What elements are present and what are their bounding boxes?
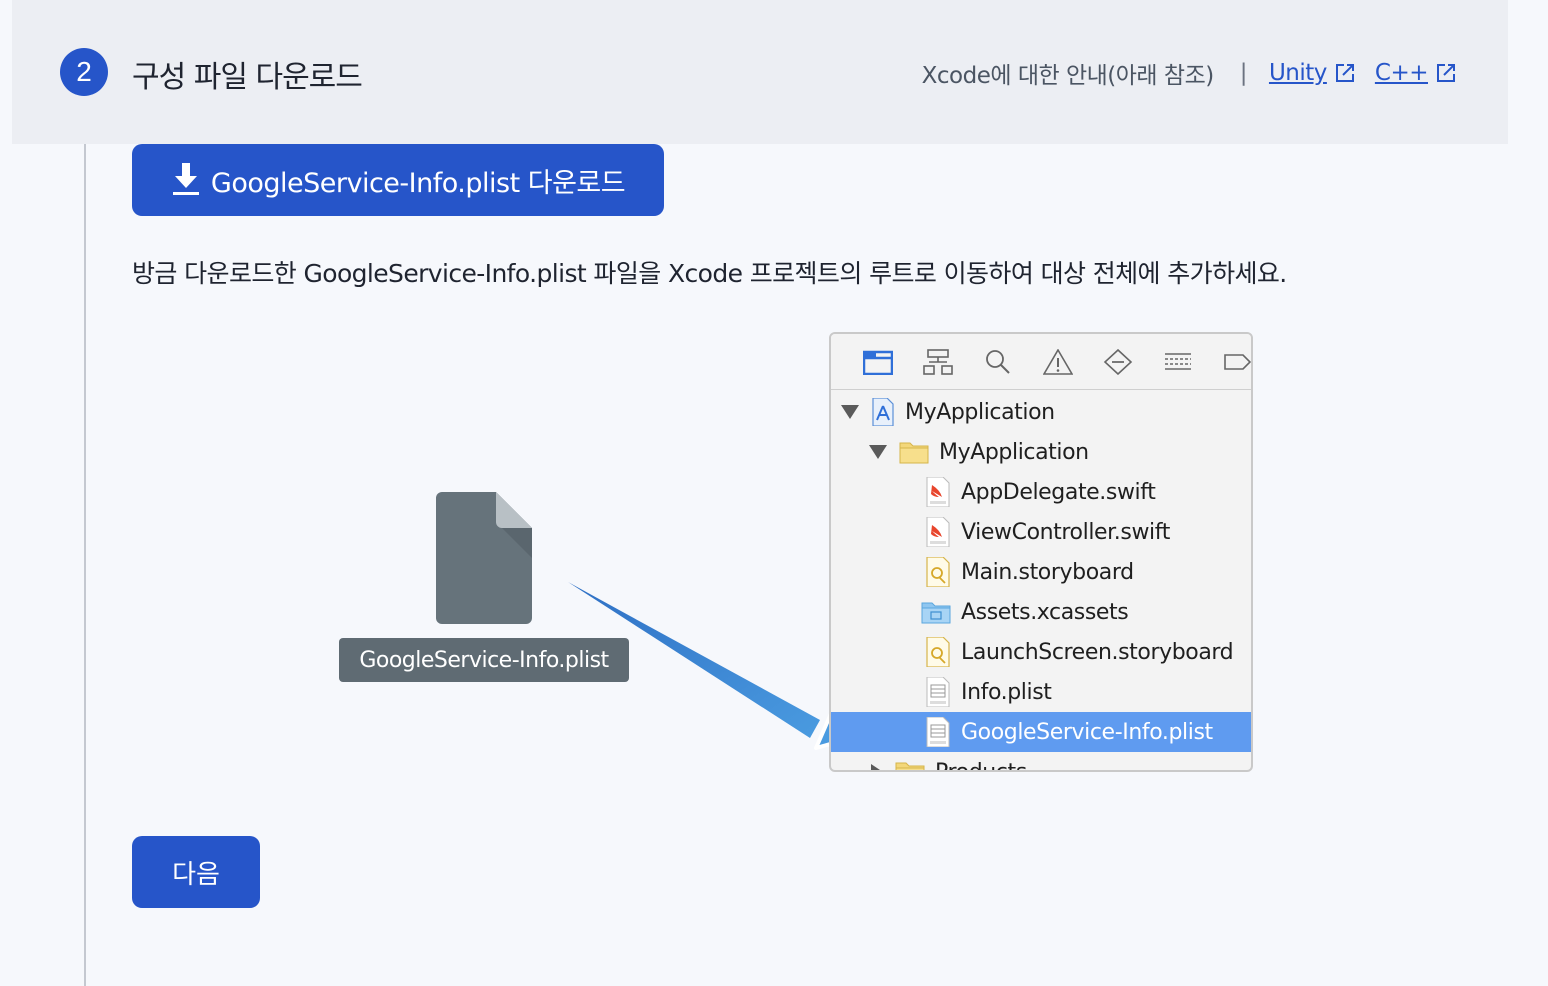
next-button[interactable]: 다음 <box>132 836 260 908</box>
plist-file-icon <box>926 677 950 707</box>
folder-icon <box>895 762 925 770</box>
storyboard-file-icon <box>926 557 950 587</box>
search-icon[interactable] <box>983 349 1013 375</box>
tree-item-label: MyApplication <box>939 439 1089 465</box>
plist-file-icon <box>926 717 950 747</box>
tag-icon[interactable] <box>1223 349 1253 375</box>
list-icon[interactable] <box>1163 349 1193 375</box>
warning-icon[interactable] <box>1043 348 1073 375</box>
tree-item-file[interactable]: Info.plist <box>831 672 1251 712</box>
swift-file-icon <box>926 517 950 547</box>
hierarchy-icon[interactable] <box>923 348 953 375</box>
external-link-icon <box>1335 64 1354 82</box>
xcode-toolbar <box>831 334 1251 390</box>
step-title: 구성 파일 다운로드 <box>132 60 363 95</box>
step-number-badge: 2 <box>60 48 108 96</box>
assets-folder-icon <box>921 602 951 624</box>
xcode-navigator: MyApplication MyApplication AppDelegate.… <box>829 332 1253 772</box>
xcode-guide-text: Xcode에 대한 안내(아래 참조) <box>921 63 1215 89</box>
tree-item-label: ViewController.swift <box>961 519 1170 545</box>
tree-item-folder[interactable]: Products <box>831 752 1251 772</box>
disclosure-triangle-icon[interactable] <box>841 405 859 419</box>
unity-link-label: Unity <box>1268 60 1327 86</box>
external-link-icon <box>1437 64 1455 82</box>
download-config-button[interactable]: GoogleService-Info.plist 다운로드 <box>132 144 664 216</box>
timeline-line <box>84 0 86 986</box>
tree-item-label: Main.storyboard <box>961 559 1134 585</box>
tree-item-selected-file[interactable]: GoogleService-Info.plist <box>831 712 1251 752</box>
xcode-project-icon <box>872 398 894 426</box>
cpp-link[interactable]: C++ <box>1375 60 1458 86</box>
unity-link[interactable]: Unity <box>1269 60 1357 86</box>
breakpoint-icon[interactable] <box>1103 348 1133 375</box>
tree-item-label: GoogleService-Info.plist <box>961 719 1213 745</box>
tree-item-label: Info.plist <box>961 679 1052 705</box>
tree-item-file[interactable]: LaunchScreen.storyboard <box>831 632 1251 672</box>
folder-icon[interactable] <box>863 349 893 375</box>
tree-item-file[interactable]: Assets.xcassets <box>831 592 1251 632</box>
tree-item-label: Assets.xcassets <box>961 599 1129 625</box>
header-links: Xcode에 대한 안내(아래 참조) | Unity C++ <box>922 56 1458 90</box>
tree-item-label: Products <box>935 759 1027 772</box>
download-button-label: GoogleService-Info.plist 다운로드 <box>210 167 626 199</box>
tree-item-label: LaunchScreen.storyboard <box>961 639 1234 665</box>
tree-item-file[interactable]: ViewController.swift <box>831 512 1251 552</box>
tree-item-label: MyApplication <box>905 399 1055 425</box>
instruction-text: 방금 다운로드한 GoogleService-Info.plist 파일을 Xc… <box>132 259 1287 288</box>
download-icon <box>172 163 199 195</box>
tree-item-file[interactable]: AppDelegate.swift <box>831 472 1251 512</box>
disclosure-triangle-icon[interactable] <box>871 764 883 770</box>
tree-item-project[interactable]: MyApplication <box>831 392 1251 432</box>
tree-item-label: AppDelegate.swift <box>961 479 1156 505</box>
file-icon <box>436 492 532 624</box>
link-separator: | <box>1239 60 1248 86</box>
cpp-link-label: C++ <box>1374 60 1429 86</box>
folder-icon <box>899 442 929 464</box>
swift-file-icon <box>926 477 950 507</box>
tree-item-folder[interactable]: MyApplication <box>831 432 1251 472</box>
tree-item-file[interactable]: Main.storyboard <box>831 552 1251 592</box>
disclosure-triangle-icon[interactable] <box>869 445 887 459</box>
storyboard-file-icon <box>926 637 950 667</box>
